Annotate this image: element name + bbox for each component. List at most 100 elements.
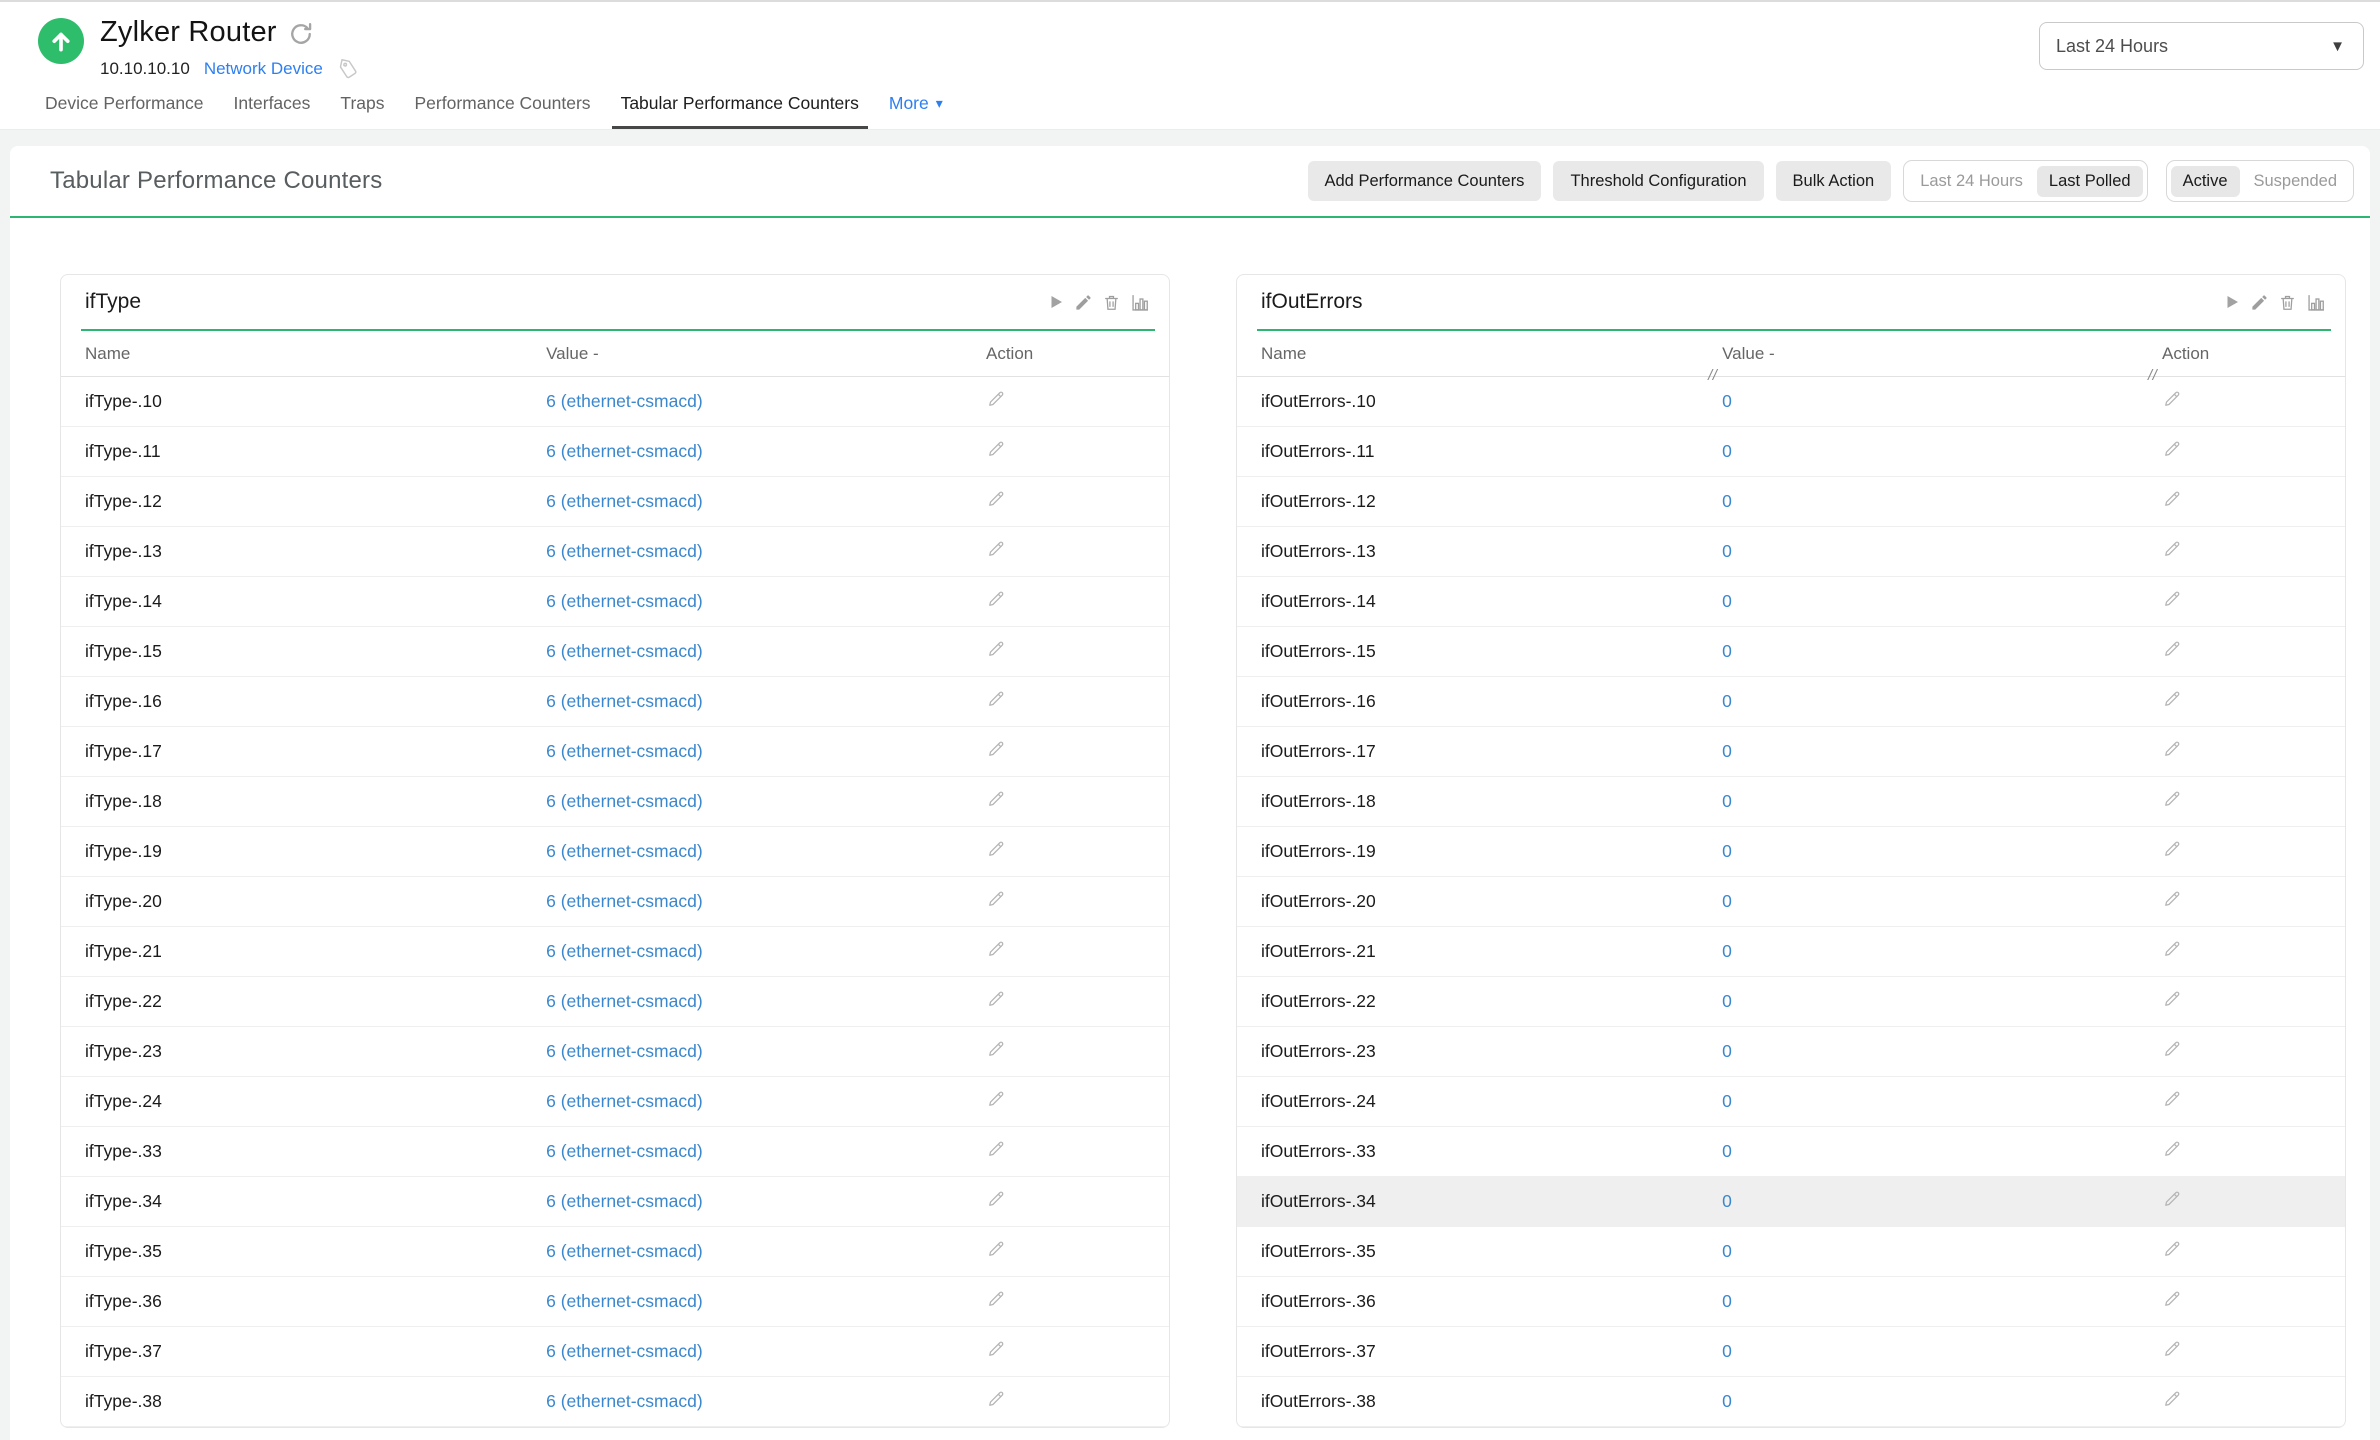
counter-value-link[interactable]: 0	[1722, 391, 1732, 411]
counter-value-link[interactable]: 0	[1722, 791, 1732, 811]
toggle-option-active[interactable]: Active	[2171, 166, 2240, 197]
edit-icon[interactable]	[2162, 589, 2182, 609]
table-row-ifouterrors-13[interactable]: ifOutErrors-.130	[1237, 527, 2345, 577]
edit-icon[interactable]	[986, 1089, 1006, 1109]
counter-value-link[interactable]: 0	[1722, 441, 1732, 461]
edit-icon[interactable]	[2162, 939, 2182, 959]
edit-icon[interactable]	[986, 939, 1006, 959]
tab-traps[interactable]: Traps	[331, 80, 393, 129]
edit-icon[interactable]	[986, 589, 1006, 609]
edit-icon[interactable]	[986, 489, 1006, 509]
tab-device-performance[interactable]: Device Performance	[36, 80, 213, 129]
edit-icon[interactable]	[2162, 739, 2182, 759]
edit-icon[interactable]	[986, 689, 1006, 709]
toggle-option-last-24-hours[interactable]: Last 24 Hours	[1908, 166, 2035, 197]
counter-value-link[interactable]: 6 (ethernet-csmacd)	[546, 391, 703, 411]
table-row-iftype-18[interactable]: ifType-.186 (ethernet-csmacd)	[61, 777, 1169, 827]
edit-icon[interactable]	[2162, 489, 2182, 509]
edit-icon[interactable]	[986, 539, 1006, 559]
edit-icon[interactable]	[986, 639, 1006, 659]
table-row-iftype-10[interactable]: ifType-.106 (ethernet-csmacd)	[61, 377, 1169, 427]
edit-icon[interactable]	[986, 1039, 1006, 1059]
edit-icon[interactable]	[2162, 639, 2182, 659]
device-category-link[interactable]: Network Device	[204, 59, 323, 79]
table-row-iftype-24[interactable]: ifType-.246 (ethernet-csmacd)	[61, 1077, 1169, 1127]
tag-icon[interactable]	[337, 58, 359, 80]
table-row-iftype-13[interactable]: ifType-.136 (ethernet-csmacd)	[61, 527, 1169, 577]
counter-value-link[interactable]: 6 (ethernet-csmacd)	[546, 691, 703, 711]
toggle-option-last-polled[interactable]: Last Polled	[2037, 166, 2143, 197]
add-performance-counters-button[interactable]: Add Performance Counters	[1308, 161, 1542, 201]
table-row-iftype-16[interactable]: ifType-.166 (ethernet-csmacd)	[61, 677, 1169, 727]
edit-icon[interactable]	[986, 1189, 1006, 1209]
table-row-ifouterrors-20[interactable]: ifOutErrors-.200	[1237, 877, 2345, 927]
counter-value-link[interactable]: 6 (ethernet-csmacd)	[546, 791, 703, 811]
counter-value-link[interactable]: 0	[1722, 1041, 1732, 1061]
counter-value-link[interactable]: 6 (ethernet-csmacd)	[546, 941, 703, 961]
table-row-ifouterrors-17[interactable]: ifOutErrors-.170	[1237, 727, 2345, 777]
table-row-ifouterrors-11[interactable]: ifOutErrors-.110	[1237, 427, 2345, 477]
counter-value-link[interactable]: 6 (ethernet-csmacd)	[546, 441, 703, 461]
toggle-option-suspended[interactable]: Suspended	[2242, 166, 2350, 197]
counter-value-link[interactable]: 6 (ethernet-csmacd)	[546, 841, 703, 861]
edit-icon[interactable]	[2162, 689, 2182, 709]
table-row-iftype-12[interactable]: ifType-.126 (ethernet-csmacd)	[61, 477, 1169, 527]
edit-icon[interactable]	[986, 1139, 1006, 1159]
counter-value-link[interactable]: 0	[1722, 841, 1732, 861]
counter-value-link[interactable]: 6 (ethernet-csmacd)	[546, 991, 703, 1011]
delete-icon[interactable]	[1102, 293, 1121, 312]
counter-value-link[interactable]: 0	[1722, 491, 1732, 511]
table-row-ifouterrors-23[interactable]: ifOutErrors-.230	[1237, 1027, 2345, 1077]
table-row-iftype-38[interactable]: ifType-.386 (ethernet-csmacd)	[61, 1377, 1169, 1427]
table-row-ifouterrors-21[interactable]: ifOutErrors-.210	[1237, 927, 2345, 977]
counter-value-link[interactable]: 6 (ethernet-csmacd)	[546, 491, 703, 511]
column-resize-handle[interactable]: //	[1708, 367, 1717, 384]
chart-icon[interactable]	[1130, 292, 1151, 313]
counter-value-link[interactable]: 0	[1722, 641, 1732, 661]
table-row-iftype-20[interactable]: ifType-.206 (ethernet-csmacd)	[61, 877, 1169, 927]
counter-value-link[interactable]: 6 (ethernet-csmacd)	[546, 1391, 703, 1411]
edit-icon[interactable]	[2162, 1289, 2182, 1309]
counter-value-link[interactable]: 6 (ethernet-csmacd)	[546, 891, 703, 911]
table-row-ifouterrors-22[interactable]: ifOutErrors-.220	[1237, 977, 2345, 1027]
edit-icon[interactable]	[2162, 839, 2182, 859]
counter-value-link[interactable]: 6 (ethernet-csmacd)	[546, 1091, 703, 1111]
edit-icon[interactable]	[2162, 1089, 2182, 1109]
counter-value-link[interactable]: 0	[1722, 1291, 1732, 1311]
threshold-configuration-button[interactable]: Threshold Configuration	[1553, 161, 1763, 201]
tab-more[interactable]: More▾	[880, 80, 952, 129]
play-icon[interactable]	[1047, 293, 1065, 311]
table-row-iftype-14[interactable]: ifType-.146 (ethernet-csmacd)	[61, 577, 1169, 627]
counter-value-link[interactable]: 6 (ethernet-csmacd)	[546, 1041, 703, 1061]
counter-value-link[interactable]: 6 (ethernet-csmacd)	[546, 741, 703, 761]
table-row-iftype-34[interactable]: ifType-.346 (ethernet-csmacd)	[61, 1177, 1169, 1227]
counter-value-link[interactable]: 6 (ethernet-csmacd)	[546, 1341, 703, 1361]
counter-value-link[interactable]: 6 (ethernet-csmacd)	[546, 1241, 703, 1261]
counter-value-link[interactable]: 6 (ethernet-csmacd)	[546, 591, 703, 611]
table-row-iftype-33[interactable]: ifType-.336 (ethernet-csmacd)	[61, 1127, 1169, 1177]
counter-value-link[interactable]: 0	[1722, 991, 1732, 1011]
time-range-select[interactable]: Last 24 Hours ▼	[2039, 22, 2364, 70]
edit-icon[interactable]	[2162, 1339, 2182, 1359]
table-row-ifouterrors-16[interactable]: ifOutErrors-.160	[1237, 677, 2345, 727]
counter-value-link[interactable]: 0	[1722, 1341, 1732, 1361]
delete-icon[interactable]	[2278, 293, 2297, 312]
table-row-ifouterrors-34[interactable]: ifOutErrors-.340	[1237, 1177, 2345, 1227]
counter-value-link[interactable]: 6 (ethernet-csmacd)	[546, 1141, 703, 1161]
edit-icon[interactable]	[2162, 439, 2182, 459]
play-icon[interactable]	[2223, 293, 2241, 311]
edit-icon[interactable]	[986, 1289, 1006, 1309]
chart-icon[interactable]	[2306, 292, 2327, 313]
column-header-value[interactable]: Value -//	[1722, 344, 2162, 364]
edit-icon[interactable]	[986, 389, 1006, 409]
edit-icon[interactable]	[2162, 1389, 2182, 1409]
table-row-ifouterrors-10[interactable]: ifOutErrors-.100	[1237, 377, 2345, 427]
edit-icon[interactable]	[2162, 889, 2182, 909]
edit-icon[interactable]	[2162, 789, 2182, 809]
counter-value-link[interactable]: 0	[1722, 941, 1732, 961]
counter-value-link[interactable]: 0	[1722, 591, 1732, 611]
table-row-ifouterrors-36[interactable]: ifOutErrors-.360	[1237, 1277, 2345, 1327]
edit-icon[interactable]	[986, 989, 1006, 1009]
edit-icon[interactable]	[986, 789, 1006, 809]
counter-value-link[interactable]: 6 (ethernet-csmacd)	[546, 1291, 703, 1311]
